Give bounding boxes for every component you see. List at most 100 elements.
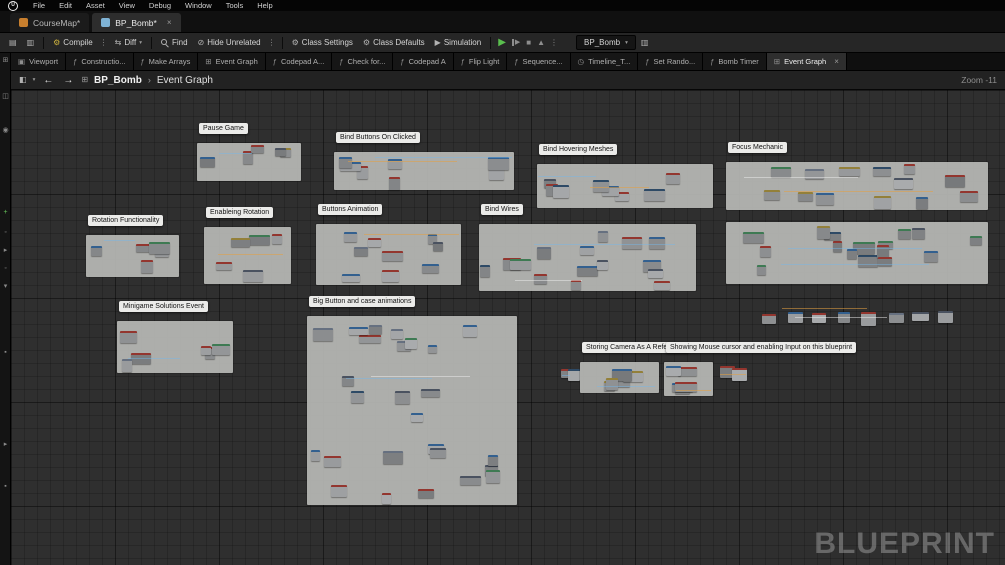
graph-node[interactable] bbox=[798, 192, 814, 202]
graph-node[interactable] bbox=[462, 324, 478, 337]
graph-node[interactable] bbox=[960, 190, 979, 202]
comment-body[interactable] bbox=[537, 164, 713, 208]
graph-node[interactable] bbox=[200, 157, 215, 168]
eject-button[interactable]: ▲ bbox=[534, 38, 548, 47]
graph-node[interactable] bbox=[861, 312, 876, 326]
comment-label[interactable]: Bind Buttons On Clicked bbox=[336, 132, 420, 143]
add-icon[interactable]: + bbox=[0, 209, 11, 216]
comment-label[interactable]: Buttons Animation bbox=[318, 204, 383, 215]
menu-window[interactable]: Window bbox=[178, 1, 219, 10]
stop-button[interactable]: ■ bbox=[523, 38, 534, 47]
graph-node[interactable] bbox=[678, 367, 698, 377]
graph-node[interactable] bbox=[369, 325, 383, 335]
graph-node[interactable] bbox=[487, 157, 509, 170]
graph-node[interactable] bbox=[533, 273, 548, 285]
graph-node[interactable] bbox=[488, 455, 498, 466]
graph-node[interactable] bbox=[485, 469, 500, 483]
comment-body[interactable] bbox=[580, 362, 659, 393]
debug-object-dropdown[interactable]: BP_Bomb ▾ bbox=[576, 35, 636, 50]
graph-node[interactable] bbox=[757, 265, 767, 275]
graph-node[interactable] bbox=[149, 241, 170, 254]
graph-node[interactable] bbox=[422, 264, 439, 274]
graph-tab-viewport[interactable]: ▣ Viewport bbox=[11, 53, 67, 70]
bookmark-small-icon[interactable]: ▪ bbox=[0, 349, 11, 356]
comment-body[interactable] bbox=[197, 143, 301, 181]
graph-node[interactable] bbox=[571, 280, 581, 291]
graph-node[interactable] bbox=[815, 193, 834, 206]
graph-node[interactable] bbox=[743, 231, 765, 244]
graph-node[interactable] bbox=[359, 334, 381, 344]
graph-node[interactable] bbox=[665, 173, 680, 184]
graph-tab-event-graph[interactable]: ⊞ Event Graph × bbox=[766, 53, 847, 70]
graph-node[interactable] bbox=[382, 493, 392, 504]
graph-tab-set-rando-[interactable]: ƒ Set Rando... bbox=[638, 53, 704, 70]
compile-options-icon[interactable]: ⋮ bbox=[98, 38, 110, 47]
graph-node[interactable] bbox=[411, 413, 423, 423]
graph-node[interactable] bbox=[644, 189, 666, 201]
node-row[interactable] bbox=[557, 367, 581, 381]
graph-node[interactable] bbox=[231, 238, 250, 247]
graph-node[interactable] bbox=[342, 273, 360, 283]
graph-node[interactable] bbox=[433, 241, 443, 251]
graph-node[interactable] bbox=[537, 247, 552, 260]
graph-node[interactable] bbox=[937, 311, 954, 323]
graph-node[interactable] bbox=[354, 247, 368, 256]
graph-tab-codepad-a-[interactable]: ƒ Codepad A... bbox=[265, 53, 333, 70]
play-options-icon[interactable]: ⋮ bbox=[548, 38, 560, 47]
comment-label[interactable]: Pause Game bbox=[199, 123, 248, 134]
rail-dot2-icon[interactable]: ◦ bbox=[0, 265, 11, 272]
graph-node[interactable] bbox=[120, 331, 138, 343]
graph-node[interactable] bbox=[211, 344, 230, 356]
graph-node[interactable] bbox=[427, 344, 438, 354]
graph-tab-constructio-[interactable]: ƒ Constructio... bbox=[66, 53, 134, 70]
comment-body[interactable] bbox=[204, 227, 291, 284]
graph-node[interactable] bbox=[873, 167, 891, 177]
comment-body[interactable] bbox=[316, 224, 461, 285]
graph-node[interactable] bbox=[388, 177, 401, 190]
comment-label[interactable]: Minigame Solutions Event bbox=[119, 301, 208, 312]
graph-node[interactable] bbox=[912, 312, 929, 322]
watch-icon[interactable]: ◉ bbox=[0, 127, 11, 134]
menu-view[interactable]: View bbox=[112, 1, 142, 10]
graph-node[interactable] bbox=[653, 280, 670, 290]
graph-node[interactable] bbox=[405, 337, 417, 350]
graph-node[interactable] bbox=[762, 313, 776, 324]
graph-node[interactable] bbox=[857, 254, 879, 267]
graph-node[interactable] bbox=[249, 235, 270, 245]
graph-node[interactable] bbox=[832, 240, 842, 253]
comment-label[interactable]: Focus Mechanic bbox=[728, 142, 787, 153]
bookmark-caret-icon[interactable]: ▾ bbox=[33, 77, 36, 83]
menu-tools[interactable]: Tools bbox=[219, 1, 251, 10]
graph-node[interactable] bbox=[580, 246, 595, 256]
graph-node[interactable] bbox=[817, 225, 830, 239]
hide-unrelated-options-icon[interactable]: ⋮ bbox=[266, 38, 278, 47]
comment-label[interactable]: Bind Hovering Meshes bbox=[539, 144, 618, 155]
save-asset-button[interactable]: ▤ bbox=[4, 37, 22, 49]
node-row[interactable] bbox=[758, 303, 966, 331]
simulation-button[interactable]: ▶ Simulation bbox=[430, 36, 487, 49]
graph-node[interactable] bbox=[243, 269, 264, 282]
menu-debug[interactable]: Debug bbox=[142, 1, 178, 10]
graph-node[interactable] bbox=[395, 390, 410, 404]
diff-button[interactable]: ⇆ Diff ▾ bbox=[110, 36, 147, 49]
graph-tab-codepad-a[interactable]: ƒ Codepad A bbox=[393, 53, 454, 70]
browse-content-button[interactable]: ▥ bbox=[22, 37, 40, 49]
panel-grid-icon[interactable]: ⊞ bbox=[0, 57, 11, 64]
comment-label[interactable]: Rotation Functionality bbox=[88, 215, 164, 226]
graph-node[interactable] bbox=[552, 185, 569, 198]
graph-node[interactable] bbox=[876, 244, 889, 258]
graph-node[interactable] bbox=[324, 455, 341, 467]
graph-node[interactable] bbox=[945, 175, 965, 187]
graph-node[interactable] bbox=[764, 189, 781, 200]
browse-to-asset-button[interactable]: ▥ bbox=[636, 37, 654, 49]
breadcrumb-graph[interactable]: Event Graph bbox=[157, 75, 213, 86]
asset-tab-bp-bomb-[interactable]: BP_Bomb* × bbox=[92, 13, 181, 32]
hide-unrelated-button[interactable]: ⊘ Hide Unrelated bbox=[193, 36, 266, 49]
graph-node[interactable] bbox=[760, 246, 772, 258]
graph-node[interactable] bbox=[140, 260, 154, 273]
graph-node[interactable] bbox=[349, 326, 368, 335]
back-button[interactable]: ← bbox=[41, 75, 55, 86]
graph-node[interactable] bbox=[969, 235, 983, 246]
comment-label[interactable]: Bind Wires bbox=[481, 204, 523, 215]
collapse-icon[interactable]: ▾ bbox=[0, 283, 11, 290]
